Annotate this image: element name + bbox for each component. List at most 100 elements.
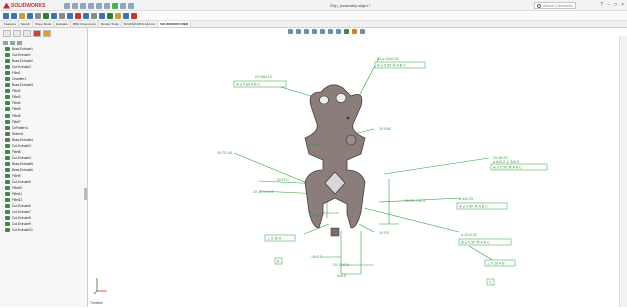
curves-icon[interactable]: [123, 13, 129, 19]
new-file-icon[interactable]: [64, 2, 70, 9]
display-manager-tab-icon[interactable]: [43, 30, 51, 37]
annotation[interactable]: 2X R3: [379, 231, 389, 235]
save-icon[interactable]: [80, 2, 86, 9]
annotation[interactable]: ⊕ ⌀ 0.80 A B C: [236, 83, 261, 87]
model-view[interactable]: 2X ⌀ 15±0.25 ⊕ ⌀ 0.50 Ⓜ A B C 2X M6x1.0 …: [89, 36, 619, 307]
rebuild-icon[interactable]: [112, 2, 118, 9]
tree-item-label: Fillet6: [12, 113, 21, 118]
close-icon[interactable]: ×: [621, 2, 624, 8]
annotation[interactable]: 9±0.5: [337, 274, 346, 278]
dimxpert-manager-tab-icon[interactable]: [33, 30, 41, 37]
chamfer-icon[interactable]: [67, 13, 73, 19]
select-icon[interactable]: [104, 2, 110, 9]
graphics-area[interactable]: 2X ⌀ 15±0.25 ⊕ ⌀ 0.50 Ⓜ A B C 2X M6x1.0 …: [89, 36, 619, 307]
shell-icon[interactable]: [83, 13, 89, 19]
view-orientation-icon[interactable]: [320, 29, 325, 34]
instant3d-icon[interactable]: [131, 13, 137, 19]
section-view-icon[interactable]: [312, 29, 317, 34]
apply-scene-icon[interactable]: [352, 29, 357, 34]
feature-icon: [5, 65, 10, 70]
tree-item-label: Fillet10: [12, 186, 23, 191]
collapse-icon[interactable]: [17, 40, 22, 45]
extrude-icon[interactable]: [19, 13, 25, 19]
search-box[interactable]: Search Commands: [534, 2, 576, 9]
feature-icon: [5, 204, 10, 209]
annotation[interactable]: ⌀ 11±0.20: [461, 233, 477, 237]
annotation[interactable]: ⊕ ⌀ 0.50 Ⓜ A B C: [377, 63, 406, 68]
feature-icon: [5, 53, 10, 58]
tree-item[interactable]: › Cut-Extrude10: [2, 227, 85, 233]
tree-item-label: Fillet12: [12, 198, 23, 203]
annotation[interactable]: ⌀ 4±0.25: [459, 197, 473, 201]
draft-icon[interactable]: [91, 13, 97, 19]
annotation[interactable]: ⊕ ⌀ 0.50 Ⓜ A B C: [493, 165, 522, 170]
tree-item-label: Fillet4: [12, 101, 21, 106]
restore-icon[interactable]: □: [614, 2, 617, 8]
annotation[interactable]: ⌀ 8±0.2 ↧ 3±0.5: [493, 160, 519, 164]
annotation[interactable]: ⊥ 0.10 A: [267, 237, 282, 241]
undo-icon[interactable]: [96, 2, 102, 9]
panel-resize-handle[interactable]: [84, 188, 87, 200]
tab-sketch[interactable]: Sketch: [19, 21, 34, 27]
vertical-scrollbar[interactable]: [619, 36, 627, 307]
annotation[interactable]: 2X 14±0.5: [333, 263, 349, 267]
file-properties-icon[interactable]: [120, 2, 126, 9]
filter-icon[interactable]: [3, 40, 8, 45]
loft-icon[interactable]: [43, 13, 49, 19]
annotation[interactable]: 2X ⌀ 15±0.25: [377, 57, 399, 61]
feature-icon: [5, 161, 10, 166]
pattern-icon[interactable]: [99, 13, 105, 19]
minimize-icon[interactable]: −: [607, 2, 610, 8]
edit-appearance-icon[interactable]: [344, 29, 349, 34]
view-settings-icon[interactable]: [360, 29, 365, 34]
annotation[interactable]: 2X M6x1.0: [255, 75, 272, 79]
help-icon[interactable]: ?: [600, 2, 603, 8]
tab-sheet-metal[interactable]: Sheet Metal: [33, 21, 55, 27]
print-icon[interactable]: [88, 2, 94, 9]
annotation[interactable]: ⊕ ⌀ 0.80 Ⓜ A B C: [459, 204, 488, 209]
zoom-area-icon[interactable]: [296, 29, 301, 34]
sweep-icon[interactable]: [35, 13, 41, 19]
reference-geometry-icon[interactable]: [115, 13, 121, 19]
feature-icon: [5, 131, 10, 136]
cut-icon[interactable]: [51, 13, 57, 19]
display-style-icon[interactable]: [328, 29, 333, 34]
rib-icon[interactable]: [75, 13, 81, 19]
annotation[interactable]: C: [489, 281, 492, 285]
annotation[interactable]: 2X R30: [309, 143, 321, 147]
revolve-icon[interactable]: [27, 13, 33, 19]
sketch-icon[interactable]: [3, 13, 9, 19]
tree-root-icon[interactable]: [10, 40, 15, 45]
feature-icon: [5, 210, 10, 215]
annotation[interactable]: ⊕ ⌀ 0.50 Ⓜ A B C: [461, 240, 490, 245]
feature-manager-tab-icon[interactable]: [3, 30, 11, 37]
fillet-icon[interactable]: [59, 13, 65, 19]
annotation[interactable]: 2X 12.0 ±0.5: [253, 190, 273, 194]
tree-item-label: Cut-Extrude4: [12, 155, 31, 160]
property-manager-tab-icon[interactable]: [13, 30, 21, 37]
tab-evaluate[interactable]: Evaluate: [54, 21, 71, 27]
smart-dimension-icon[interactable]: [11, 13, 17, 19]
annotation[interactable]: 15±0.5: [311, 255, 322, 259]
tab-mbd-dimensions[interactable]: MBD Dimensions: [71, 21, 99, 27]
configuration-manager-tab-icon[interactable]: [23, 30, 31, 37]
tab-solidworks-mbd[interactable]: SOLIDWORKS MBD: [157, 21, 192, 27]
zoom-fit-icon[interactable]: [288, 29, 293, 34]
annotation[interactable]: 2X 65: [311, 214, 320, 218]
tab-solidworks-add-ins[interactable]: SOLIDWORKS Add-Ins: [122, 21, 158, 27]
open-file-icon[interactable]: [72, 2, 78, 9]
annotation[interactable]: 2X R40: [379, 127, 391, 131]
previous-view-icon[interactable]: [304, 29, 309, 34]
tab-features[interactable]: Features: [2, 21, 19, 27]
annotation[interactable]: 4X R1.45: [217, 151, 232, 155]
annotation[interactable]: 2X 37.7 ±0.5: [405, 199, 425, 203]
mirror-icon[interactable]: [107, 13, 113, 19]
tab-render-tools[interactable]: Render Tools: [99, 21, 122, 27]
search-icon: [537, 4, 541, 8]
annotation[interactable]: 2X R17: [277, 178, 289, 182]
app-name: SOLIDWORKS: [11, 2, 46, 9]
annotation[interactable]: ⊥ 0.20 A B: [487, 262, 505, 266]
title-bar: SOLIDWORKS Grip_Assembly.sldprt * Search…: [0, 0, 627, 11]
hide-show-icon[interactable]: [336, 29, 341, 34]
options-icon[interactable]: [128, 2, 134, 9]
